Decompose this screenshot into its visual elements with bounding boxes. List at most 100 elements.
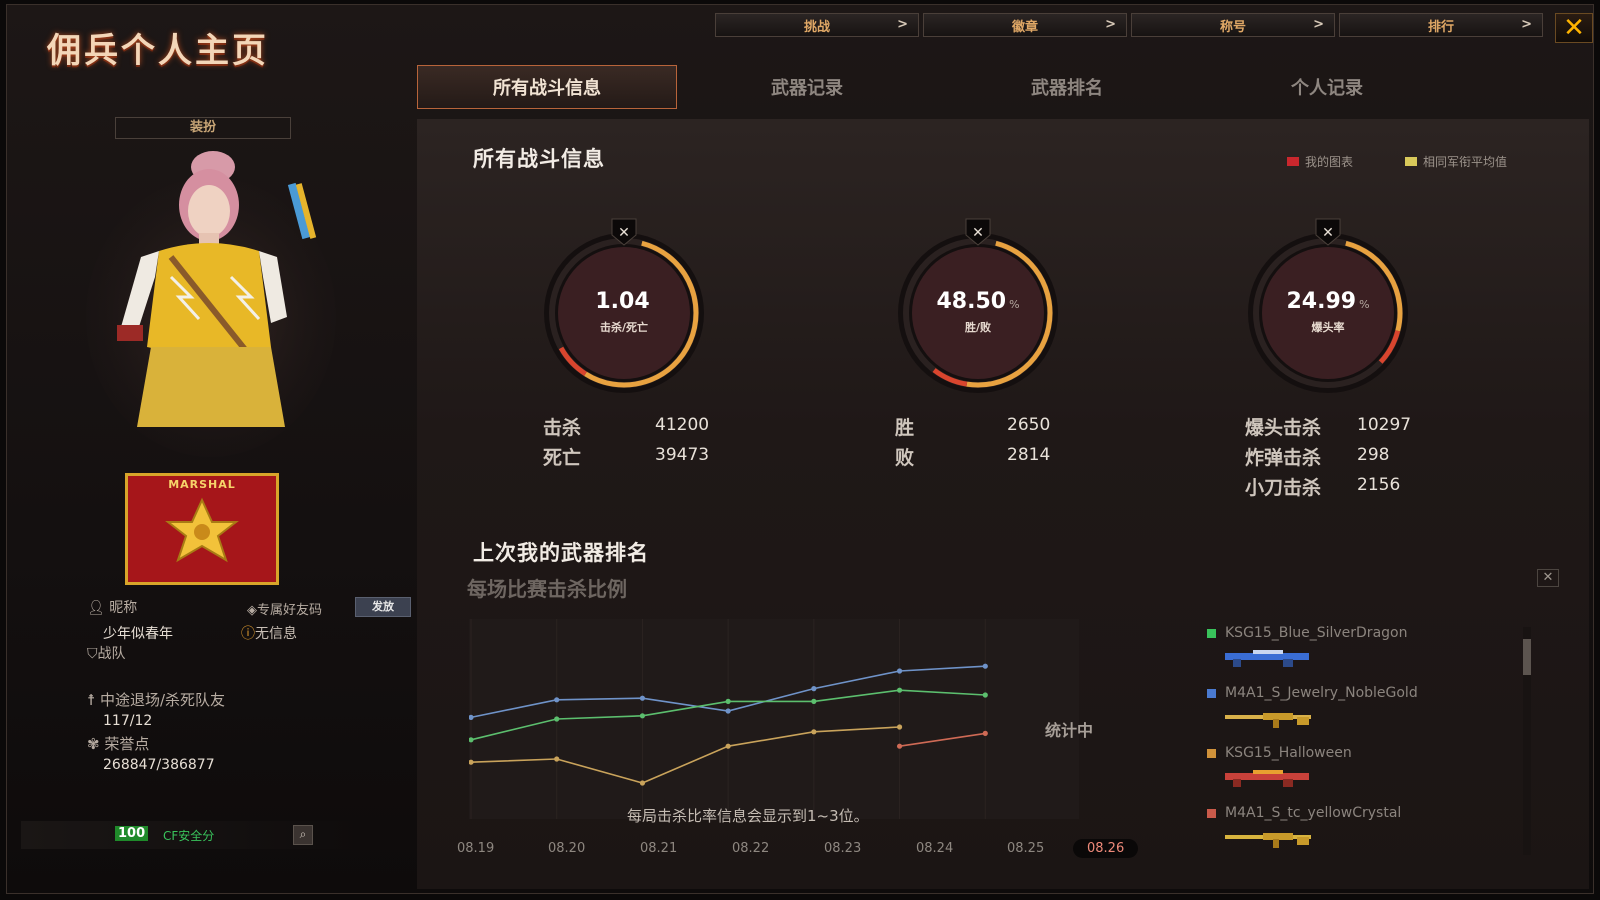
rank-badge: MARSHAL: [125, 473, 279, 585]
tab-personal-records[interactable]: 个人记录: [1197, 65, 1457, 109]
section-title: 所有战斗信息: [473, 147, 605, 171]
headshot-kills-label: 爆头击杀: [1245, 417, 1322, 439]
nav-challenge-button[interactable]: 挑战 >: [715, 13, 919, 37]
tab-all-battle-info[interactable]: 所有战斗信息: [417, 65, 677, 109]
data-point: [811, 729, 817, 735]
nav-label: 挑战: [803, 19, 830, 35]
weapon-name: KSG15_Halloween: [1225, 745, 1352, 761]
date-tick[interactable]: 08.25: [1007, 841, 1044, 856]
data-point: [811, 686, 817, 692]
rifle-icon: [1225, 713, 1311, 728]
chart-status-label: 统计中: [1045, 721, 1094, 740]
kill-ratio-title: 每场比赛击杀比例: [467, 577, 627, 601]
legend-swatch: [1287, 157, 1299, 166]
nickname-value: 少年似春年: [103, 626, 173, 642]
scrollbar-thumb[interactable]: [1523, 639, 1531, 675]
rifle-icon: [1225, 833, 1311, 848]
data-point: [725, 708, 731, 714]
nav-title-button[interactable]: 称号 >: [1131, 13, 1335, 37]
headshot-gauge-label: 爆头率: [1311, 321, 1345, 334]
safety-score-bar: 100 CF安全分 ⌕: [21, 821, 361, 849]
data-point: [639, 713, 646, 719]
search-icon[interactable]: ⌕: [293, 825, 313, 845]
weapon-swatch: [1207, 749, 1216, 758]
weapon-swatch: [1207, 629, 1216, 638]
shield-icon: ⛉: [87, 646, 98, 662]
nav-badge-button[interactable]: 徽章 >: [923, 13, 1127, 37]
weapon-item[interactable]: KSG15_Halloween: [1207, 745, 1507, 799]
close-button[interactable]: ✕: [1555, 13, 1593, 43]
losses-label: 败: [895, 447, 915, 469]
win-rate-gauge-label: 胜/败: [964, 321, 992, 334]
data-point: [725, 743, 731, 749]
question-icon: ⓘ: [241, 626, 255, 642]
nickname-label: 👤︎ 昵称: [87, 600, 138, 616]
quit-kill-label: ☨ 中途退场/杀死队友: [87, 691, 226, 709]
friend-code-label: ◈专属好友码: [247, 603, 323, 618]
weapon-item[interactable]: M4A1_S_tc_yellowCrystal: [1207, 805, 1507, 859]
close-small-icon[interactable]: ✕: [1537, 569, 1559, 587]
tag-icon: ◈: [247, 603, 257, 618]
shotgun-icon: [1225, 770, 1309, 787]
nav-ranking-button[interactable]: 排行 >: [1339, 13, 1543, 37]
data-point: [982, 730, 988, 736]
character-avatar[interactable]: [81, 147, 341, 457]
window-frame: 佣兵个人主页 挑战 > 徽章 > 称号 > 排行 > ✕ 所有战斗信息 武器记录…: [6, 4, 1594, 894]
date-tick[interactable]: 08.24: [916, 841, 953, 856]
tab-bar: 所有战斗信息 武器记录 武器排名 个人记录: [417, 65, 1457, 109]
tab-weapon-records[interactable]: 武器记录: [677, 65, 937, 109]
leaf-icon: ✾: [87, 735, 100, 753]
nav-label: 排行: [1427, 19, 1454, 35]
emblem-icon: ✕: [972, 225, 984, 241]
close-icon: ✕: [1563, 13, 1585, 43]
honor-label: ✾ 荣誉点: [87, 735, 150, 753]
tab-weapon-ranking[interactable]: 武器排名: [937, 65, 1197, 109]
data-point: [639, 780, 646, 786]
honor-value: 268847/386877: [103, 757, 215, 773]
data-point: [896, 724, 903, 730]
running-icon: ☨: [87, 691, 96, 709]
app-title: 佣兵个人主页: [47, 31, 269, 71]
legend-rank-average: 相同军衔平均值: [1405, 153, 1507, 170]
legend-my-chart: 我的图表: [1287, 153, 1353, 170]
date-tick[interactable]: 08.23: [824, 841, 861, 856]
win-rate-gauge: ✕ 48.50% 胜/败: [893, 211, 1063, 401]
chevron-right-icon: >: [1313, 17, 1324, 32]
kills-value: 41200: [655, 415, 710, 435]
kills-label: 击杀: [543, 417, 582, 439]
chart-note: 每局击杀比率信息会显示到1~3位。: [627, 807, 869, 825]
wins-value: 2650: [1007, 415, 1051, 435]
knife-kills-value: 2156: [1357, 475, 1401, 495]
shotgun-icon: [1225, 650, 1309, 667]
losses-value: 2814: [1007, 445, 1051, 465]
emblem-icon: ✕: [1322, 225, 1334, 241]
headshot-kills-value: 10297: [1357, 415, 1412, 435]
profile-panel: 装扮 鹰 MARSHAL: [21, 113, 411, 883]
weapon-item[interactable]: KSG15_Blue_SilverDragon: [1207, 625, 1507, 679]
weapon-item[interactable]: M4A1_S_Jewelry_NobleGold: [1207, 685, 1507, 739]
weapon-swatch: [1207, 809, 1216, 818]
quit-kill-value: 117/12: [103, 713, 153, 729]
data-point: [896, 687, 903, 693]
date-tick[interactable]: 08.22: [732, 841, 769, 856]
kill-ratio-chart: [469, 619, 1079, 819]
chevron-right-icon: >: [897, 17, 908, 32]
battle-info-panel: 所有战斗信息 我的图表 相同军衔平均值 ✕ 1.04 击杀/死亡 ✕ 48.50…: [417, 119, 1589, 889]
chevron-right-icon: >: [1521, 17, 1532, 32]
weapon-name: M4A1_S_Jewelry_NobleGold: [1225, 685, 1418, 701]
date-tick[interactable]: 08.21: [640, 841, 677, 856]
emblem-icon: ✕: [618, 225, 630, 241]
date-tick-selected[interactable]: 08.26: [1073, 839, 1139, 858]
weapon-rank-title: 上次我的武器排名: [473, 541, 649, 565]
outfit-button[interactable]: 装扮: [115, 117, 291, 139]
data-point: [982, 663, 988, 669]
date-tick[interactable]: 08.19: [457, 841, 494, 856]
bomb-kills-value: 298: [1357, 445, 1390, 465]
kd-gauge-label: 击杀/死亡: [599, 321, 649, 334]
data-point: [554, 697, 560, 703]
send-friend-code-button[interactable]: 发放: [355, 597, 411, 617]
date-tick[interactable]: 08.20: [548, 841, 585, 856]
safety-score: 100: [115, 826, 149, 841]
nav-label: 称号: [1219, 19, 1246, 35]
star-rank-icon: [165, 497, 239, 563]
